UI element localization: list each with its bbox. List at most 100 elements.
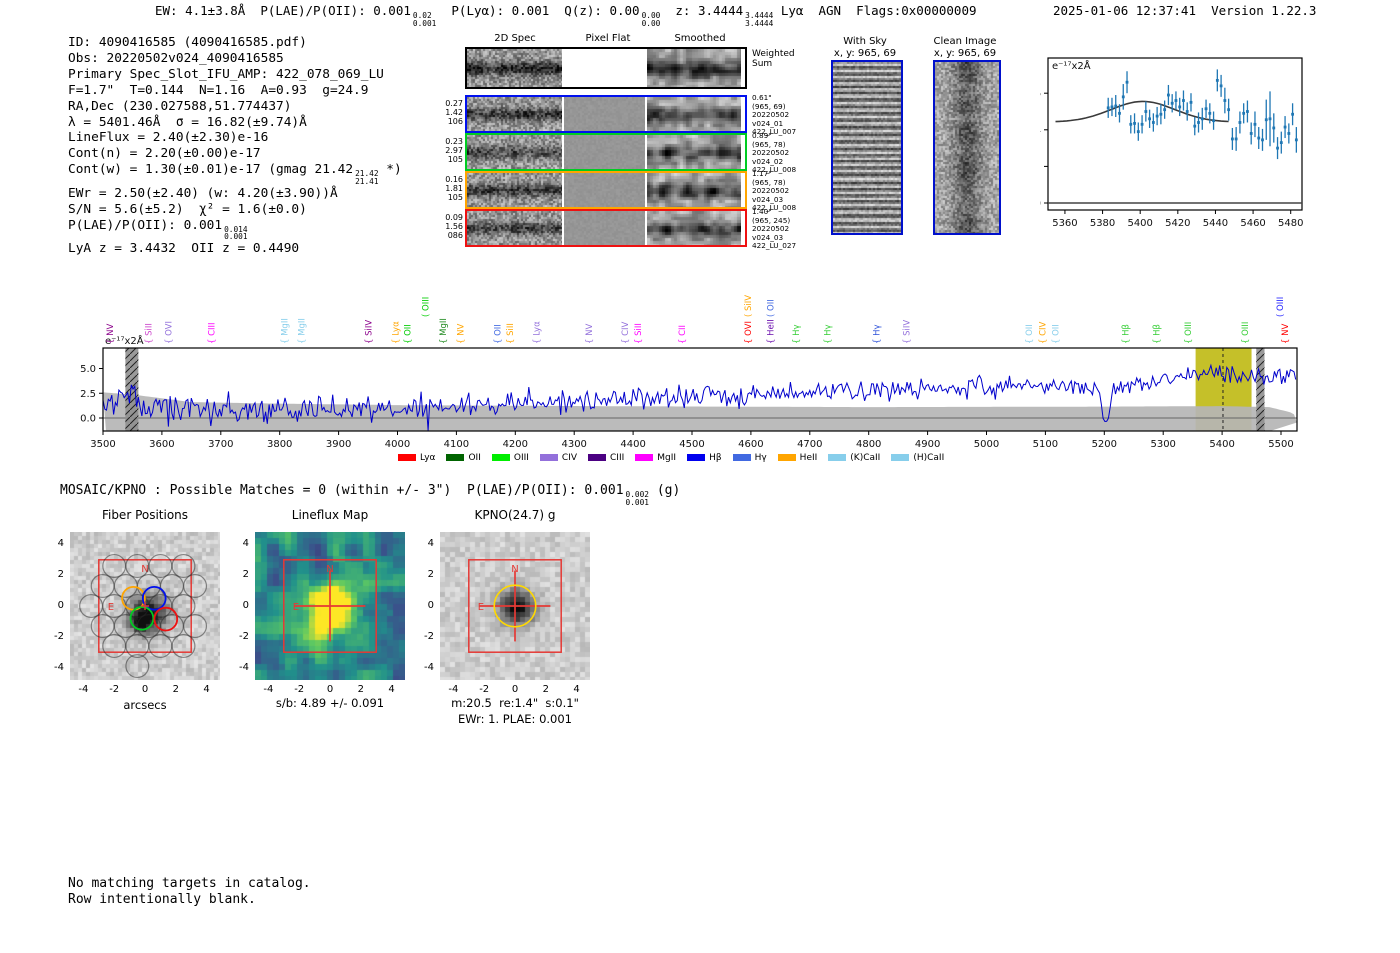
kpno-ytick-label: -4 [424, 661, 434, 673]
lineflux-ytick-label: 0 [242, 600, 249, 611]
fiber-xtick-label: 0 [141, 684, 149, 695]
legend-item: Hγ [732, 453, 767, 463]
info-text: Primary Spec_Slot_IFU_AMP: 422_078_069_L… [68, 66, 384, 82]
info-text: S/N = 5.6(±5.2) χ² = 1.6(±0.0) [68, 201, 307, 217]
spec2d-fiber-row [465, 95, 747, 133]
emission-line-label: { Hβ [1121, 324, 1131, 344]
info-stacked-value: 0.014 0.001 [224, 224, 248, 242]
spec2d-image [467, 97, 562, 131]
emission-line-label: ( OIII [1276, 297, 1286, 317]
lineflux-ytick-label: 2 [242, 569, 249, 581]
emission-line-label: { CIV [1038, 321, 1048, 344]
spec2d-image [467, 211, 562, 245]
info-text: RA,Dec (230.027588,51.774437) [68, 98, 292, 114]
emission-line-label: { OII [494, 324, 504, 344]
info-text: *) [378, 162, 402, 178]
full-spectrum-svg: 3500 3600 3700 3800 3900 4000 4100 4200 4300 4400… [80, 295, 1298, 450]
emission-line-label: { CII [678, 325, 688, 344]
info-text: LineFlux = 2.40(±2.30)e-16 [68, 130, 269, 146]
lineflux-title: Lineflux Map [291, 508, 369, 522]
emission-line-label: { Hγ [792, 324, 802, 344]
legend-label: (K)CaII [850, 452, 881, 463]
clean-image-image [933, 60, 1001, 235]
legend-swatch [635, 454, 654, 461]
fiber-ytick-label: 0 [57, 600, 64, 611]
lineflux-xtick-label: -2 [294, 684, 305, 695]
lineflux-panel: Lineflux Map N E 4 2 0 -2 -4 -4 -2 0 2 4 s/b: 4.89 +/… [233, 508, 433, 723]
pixel-flat-image [564, 173, 645, 207]
spec2d-column-header: Smoothed [674, 33, 726, 44]
header-text: Lyα AGN Flags:0x00000009 [773, 3, 977, 18]
fiber-panel: Fiber Positions N E 4 2 0 -2 -4 -4 -2 0 2 4 arcsecs [48, 508, 248, 723]
kpno-xtick-label: 4 [573, 684, 580, 695]
legend-label: HeII [799, 452, 818, 463]
info-text: LyA z = 3.4432 OII z = 0.4490 [68, 241, 300, 257]
emission-line-label: { NV [1281, 324, 1291, 344]
kpno-panel: KPNO(24.7) g N E 4 2 0 -2 -4 -4 -2 0 2 4 m:20.5 re:1.… [418, 508, 618, 726]
fiber-weight-labels: 0.16 1.81 105 [445, 175, 463, 202]
weighted-sum-label: Weighted Sum [752, 49, 795, 69]
info-line: F=1.7" T=0.144 N=1.16 A=0.93 g=24.9 [68, 83, 402, 99]
kpno-image: NE [440, 532, 590, 680]
fiber-xtick-label: 2 [172, 684, 179, 695]
legend-item: MgII [635, 453, 676, 463]
smoothed-image [647, 97, 741, 131]
emission-line-label: { Hγ [872, 324, 882, 344]
kpno-overlay: NE [468, 559, 562, 653]
emission-line-label: ( OII [766, 299, 776, 317]
header-datetime: 2025-01-06 12:37:41 [1053, 3, 1196, 18]
lineflux-xtick-label: 4 [388, 684, 395, 695]
fiber-ytick-label: -2 [54, 630, 64, 642]
lineflux-ytick-label: -4 [239, 661, 249, 673]
info-text: P(LAE)/P(OII): 0.001 [68, 217, 223, 233]
spectrum-xtick-label: 5300 [1150, 439, 1175, 450]
legend-label: OII [468, 452, 481, 463]
zoom-xtick-label: 5460 [1240, 218, 1265, 229]
with-sky-subtitle: x, y: 965, 69 [833, 48, 897, 59]
spec2d-image [467, 135, 562, 169]
spec2d-column-header: Pixel Flat [585, 33, 631, 44]
zoom-ytick-label: 0 [1040, 199, 1041, 210]
info-line: LyA z = 3.4432 OII z = 0.4490 [68, 241, 402, 257]
info-line: RA,Dec (230.027588,51.774437) [68, 99, 402, 115]
emission-line-label: { CIII [207, 322, 217, 344]
lineflux-image: NE [255, 532, 405, 680]
mosaic-match-summary: MOSAIC/KPNO : Possible Matches = 0 (with… [60, 483, 680, 507]
sky-image-panels: With Sky x, y: 965, 69 Clean Image x, y: 96… [820, 33, 1020, 243]
legend-swatch [588, 454, 607, 461]
fiber-weight-labels: 0.09 1.56 086 [445, 213, 463, 240]
spectrum-xtick-label: 3900 [326, 439, 351, 450]
with-sky-title: With Sky [843, 36, 887, 47]
spectrum-ytick-label: 0.0 [80, 414, 96, 425]
footer-line: Row intentionally blank. [68, 892, 256, 907]
fiber-xlabel: arcsecs [123, 698, 167, 712]
lineflux-overlay: NE [283, 559, 377, 653]
header-datetime-version: 2025-01-06 12:37:41 Version 1.22.3 [1053, 3, 1316, 18]
info-text: Cont(n) = 2.20(±0.00)e-17 [68, 146, 261, 162]
info-line: Cont(w) = 1.30(±0.01)e-17 (gmag 21.42 21.… [68, 162, 402, 186]
emission-line-label: ( OIII [422, 297, 432, 317]
emission-line-label: { OIII [1241, 322, 1251, 344]
spec2d-weighted-row [465, 47, 747, 89]
lineflux-xtick-label: -4 [263, 684, 274, 695]
header-text: EW: 4.1±3.8Å P(LAE)/P(OII): 0.001 [155, 3, 411, 18]
clean-image-subtitle: x, y: 965, 69 [933, 48, 997, 59]
emission-line-label: { SiII [506, 323, 516, 344]
lineflux-ytick-label: -2 [239, 630, 249, 642]
legend-swatch [491, 454, 510, 461]
info-line: P(LAE)/P(OII): 0.001 0.014 0.001 [68, 218, 402, 242]
zoom-ytick-label: 6 [1040, 89, 1041, 100]
header-stacked-value: 3.4444 3.4444 [745, 11, 774, 28]
fiber-title: Fiber Positions [101, 508, 189, 522]
legend-swatch [539, 454, 558, 461]
spec2d-image [467, 49, 562, 87]
kpno-xtick-label: 2 [542, 684, 549, 695]
emission-line-label: { MgII [297, 318, 307, 344]
fiber-weight-labels: 0.23 2.97 105 [445, 137, 463, 164]
legend-swatch [446, 454, 465, 461]
spectrum-xtick-label: 3800 [267, 439, 292, 450]
info-stacked-value: 21.42 21.41 [355, 169, 379, 187]
kpno-ytick-label: 4 [427, 538, 434, 550]
lineflux-xtick-label: 2 [357, 684, 364, 695]
kpno-ytick-label: -2 [424, 630, 434, 642]
